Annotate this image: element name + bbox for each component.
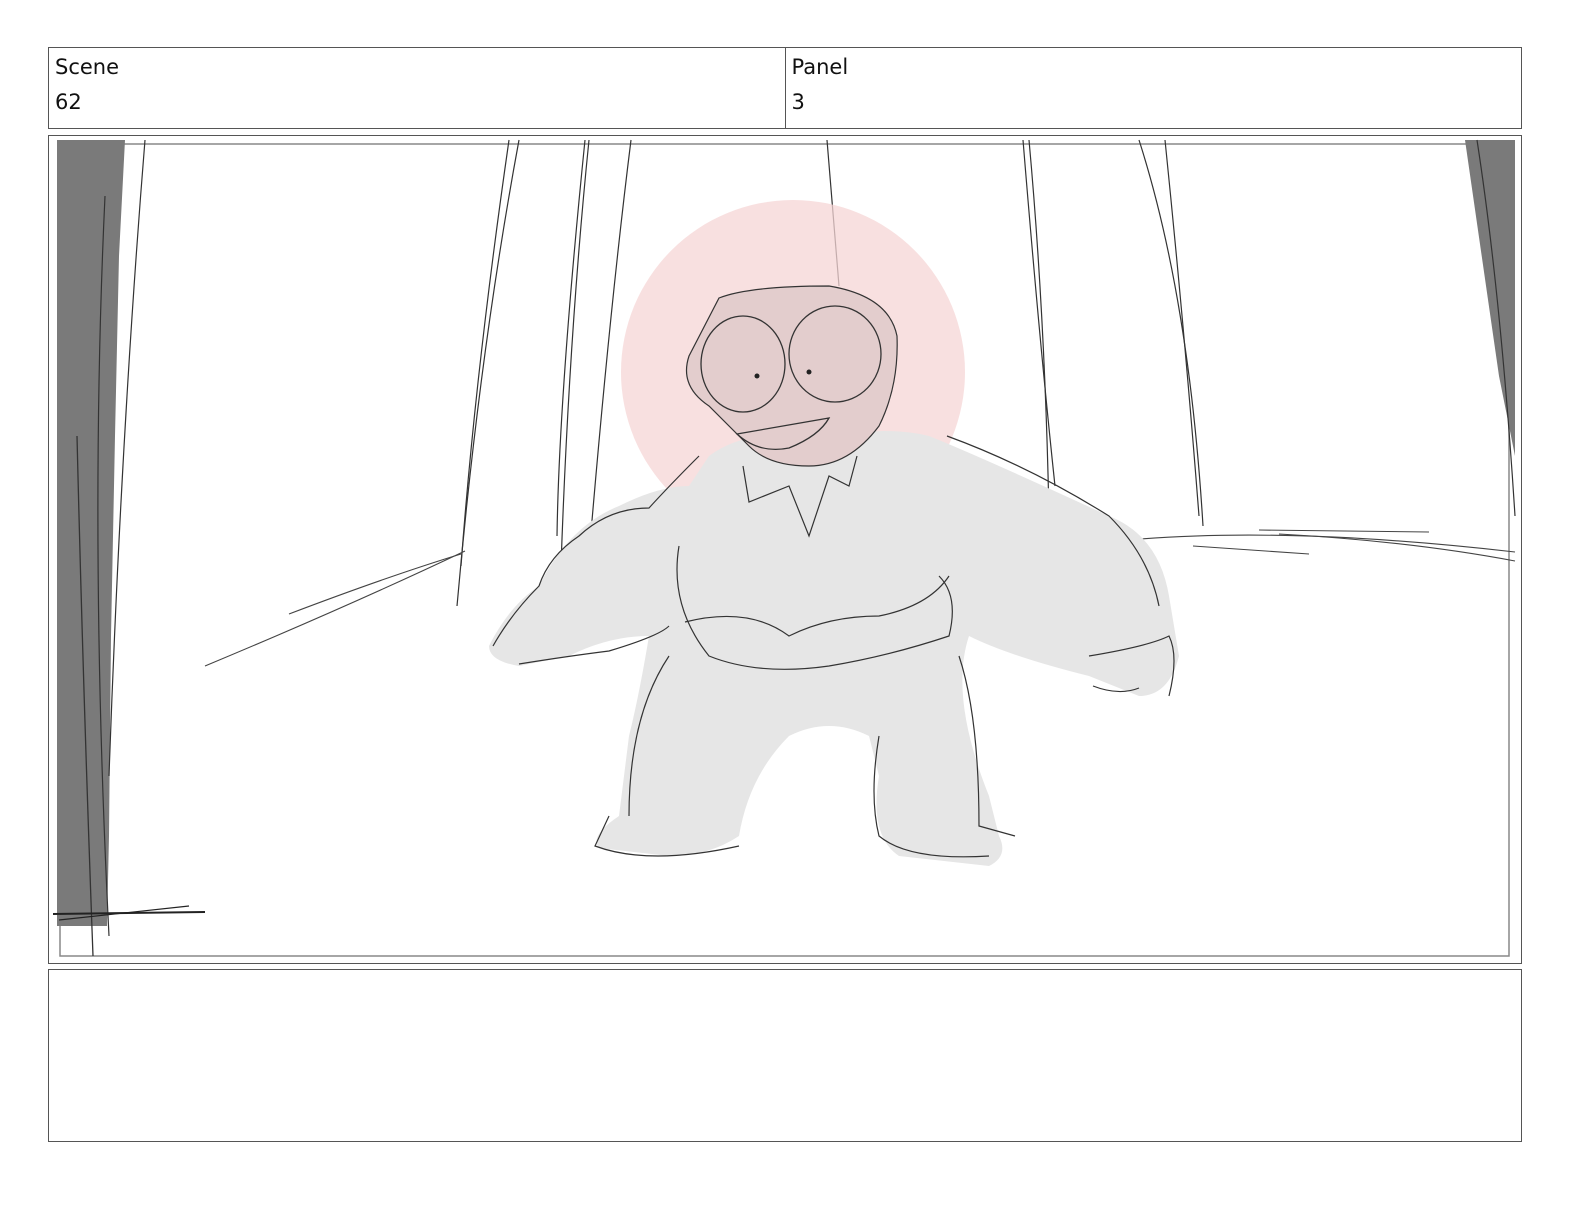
character-sketch (489, 285, 1179, 866)
panel-label: Panel (791, 55, 849, 79)
scene-label: Scene (55, 55, 120, 79)
storyboard-sketch (52, 139, 1516, 957)
panel-number[interactable]: 3 (792, 85, 1516, 120)
storyboard-panel[interactable] (48, 135, 1522, 964)
panel-header: Scene 62 Panel 3 (48, 47, 1522, 129)
scene-cell: Scene 62 (49, 48, 785, 128)
notes-box[interactable] (48, 969, 1522, 1142)
scene-number[interactable]: 62 (55, 85, 779, 120)
panel-cell: Panel 3 (784, 48, 1522, 128)
left-curtain (52, 139, 206, 957)
right-curtain (1465, 139, 1516, 517)
